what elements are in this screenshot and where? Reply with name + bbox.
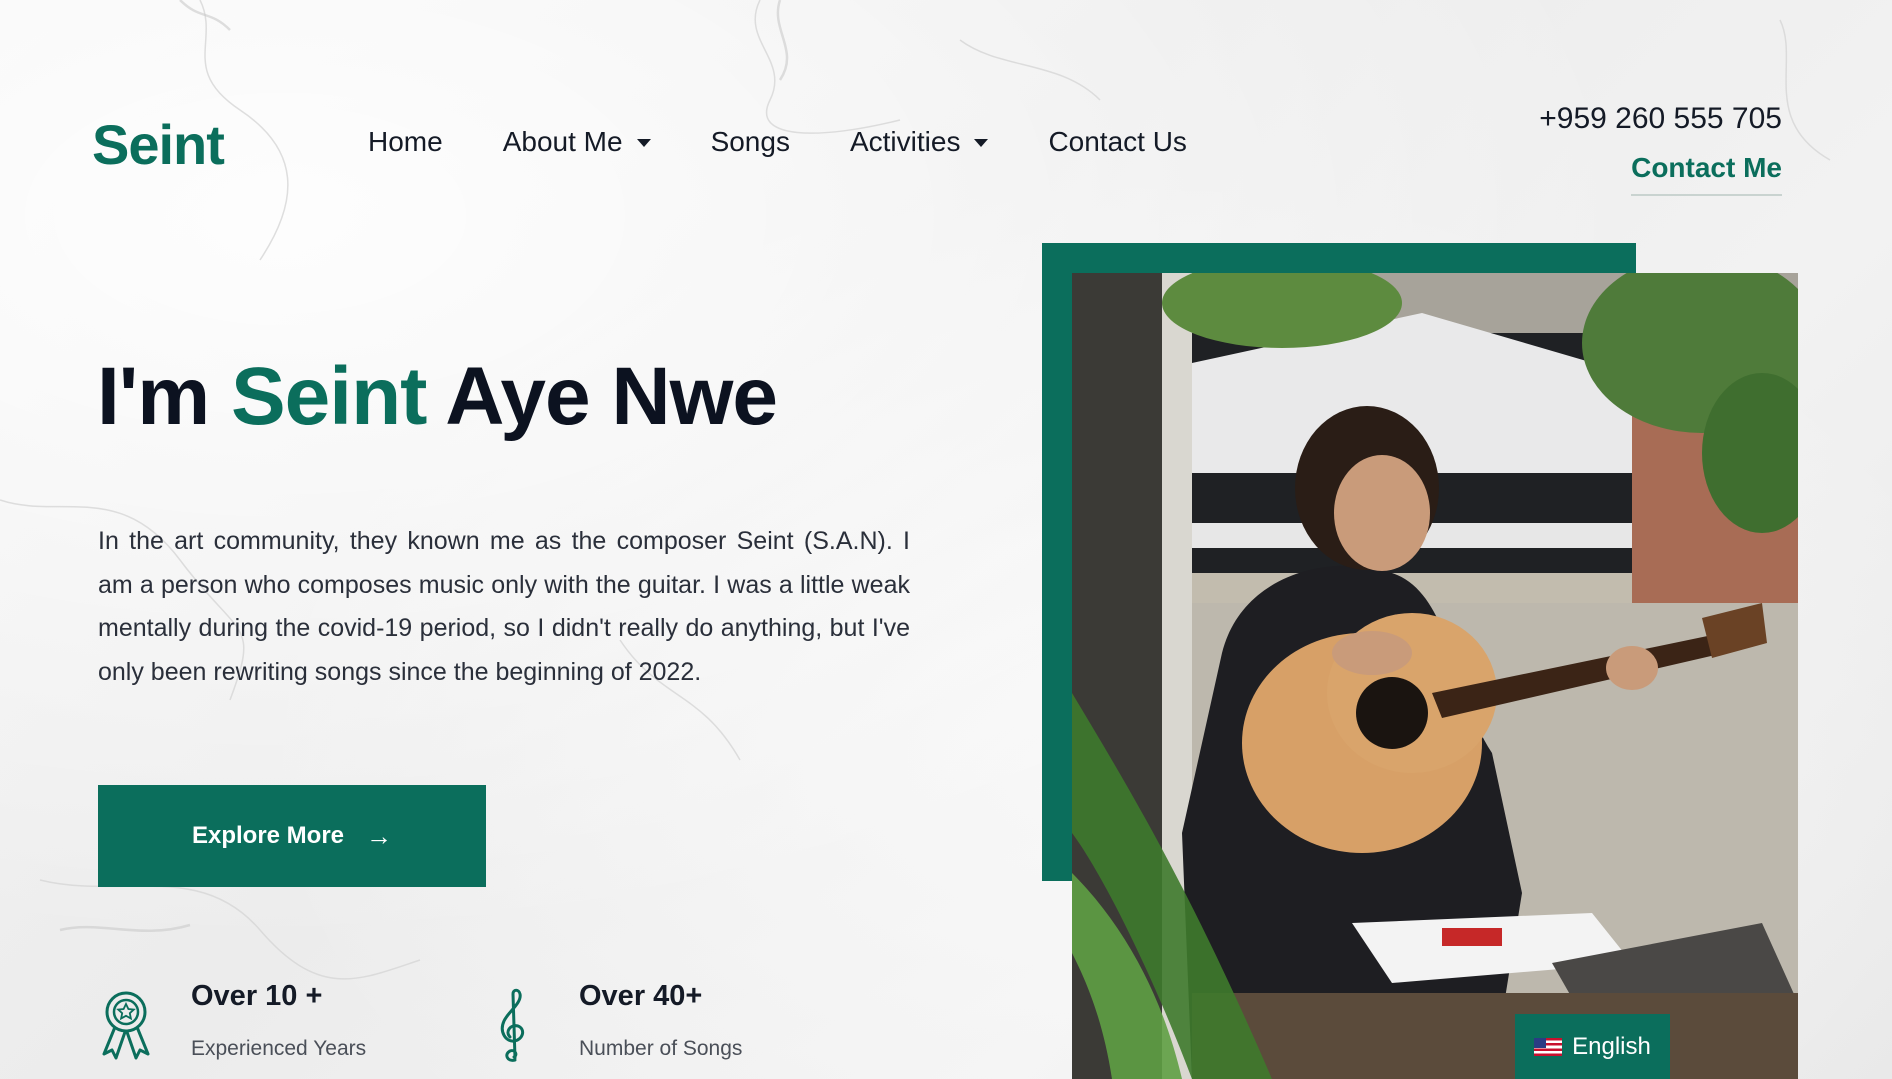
hero-intro: In the art community, they known me as t… xyxy=(98,527,910,686)
hero-photo xyxy=(1072,273,1798,1079)
caret-down-icon xyxy=(974,139,989,147)
phone-number[interactable]: +959 260 555 705 xyxy=(1539,102,1782,136)
nav-home[interactable]: Home xyxy=(368,126,443,158)
nav-home-label: Home xyxy=(368,126,443,157)
stat-experience-subtitle: Experienced Years xyxy=(191,1037,367,1060)
treble-clef-icon xyxy=(500,988,525,1062)
stat-songs-title: Over 40+ xyxy=(579,980,703,1012)
caret-down-icon xyxy=(636,139,651,147)
language-selector[interactable]: English xyxy=(1515,1014,1670,1079)
hero-title-prefix: I'm xyxy=(97,351,231,442)
stat-experience: Over 10 + Experienced Years xyxy=(191,980,366,1061)
language-label: English xyxy=(1572,1032,1651,1060)
hero-title-accent: Seint xyxy=(230,351,427,442)
arrow-right-icon: → xyxy=(366,820,393,851)
stat-songs: Over 40+ Number of Songs xyxy=(579,980,742,1061)
nav-songs[interactable]: Songs xyxy=(711,126,790,158)
hero-title: I'm Seint Aye Nwe xyxy=(97,350,778,444)
explore-more-label: Explore More xyxy=(191,822,345,849)
nav-about-me-label: About Me xyxy=(502,126,623,157)
stat-songs-subtitle: Number of Songs xyxy=(579,1037,743,1060)
guitarist-photo xyxy=(1072,273,1798,1079)
nav-activities-label: Activities xyxy=(849,126,961,157)
us-flag-icon xyxy=(1534,1037,1563,1056)
contact-me-link[interactable]: Contact Me xyxy=(1631,152,1782,196)
site-logo[interactable]: Seint xyxy=(92,112,225,177)
nav-songs-label: Songs xyxy=(710,126,790,157)
stat-experience-title: Over 10 + xyxy=(191,980,323,1012)
nav-contact-us[interactable]: Contact Us xyxy=(1048,126,1187,158)
nav-contact-us-label: Contact Us xyxy=(1048,126,1187,157)
hero-title-suffix: Aye Nwe xyxy=(426,351,778,442)
nav-about-me[interactable]: About Me xyxy=(503,126,651,158)
award-ribbon-icon xyxy=(102,991,150,1060)
explore-more-button[interactable]: Explore More → xyxy=(98,785,486,887)
nav-activities[interactable]: Activities xyxy=(849,126,989,158)
main-nav: Home About Me Songs Activities Contact U… xyxy=(368,126,1247,158)
